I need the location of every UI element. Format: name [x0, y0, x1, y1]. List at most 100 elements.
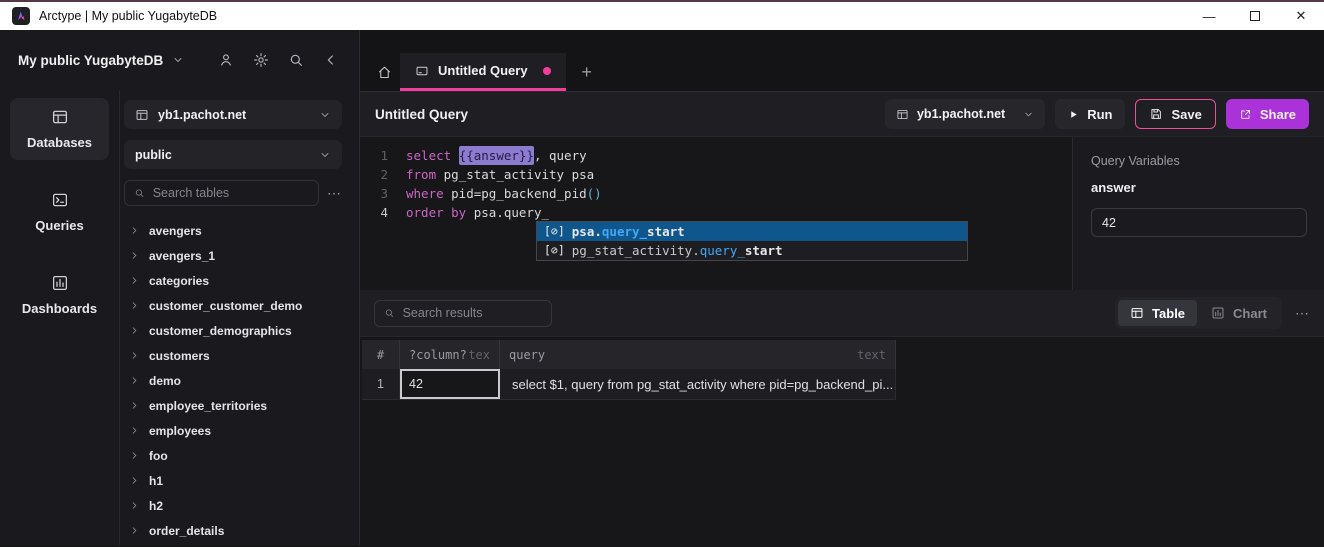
row-number-cell[interactable]: 1 — [362, 369, 400, 399]
table-row[interactable]: order_details — [124, 518, 342, 543]
table-row[interactable]: employee_territories — [124, 393, 342, 418]
chevron-right-icon — [129, 500, 140, 511]
chevron-down-icon — [1023, 109, 1034, 120]
workspace-selector[interactable]: My public YugabyteDB — [18, 53, 184, 68]
maximize-button[interactable] — [1232, 2, 1278, 30]
autocomplete-item[interactable]: [⊘] pg_stat_activity.query_start — [537, 241, 967, 260]
chevron-right-icon — [129, 250, 140, 261]
column-type: text — [857, 348, 886, 362]
minimize-icon: — — [1203, 9, 1216, 24]
save-button[interactable]: Save — [1135, 99, 1215, 129]
table-view-button[interactable]: Table — [1118, 300, 1197, 326]
code-line: 2from pg_stat_activity psa — [360, 165, 1072, 184]
chevron-right-icon — [129, 525, 140, 536]
table-row[interactable]: customer_customer_demo — [124, 293, 342, 318]
search-icon — [384, 307, 395, 319]
query-cell[interactable]: select $1, query from pg_stat_activity w… — [500, 369, 896, 399]
column-icon: [⊘] — [544, 241, 565, 260]
user-icon[interactable] — [218, 52, 234, 68]
sidebar-item-databases[interactable]: Databases — [10, 98, 109, 160]
unsaved-dot — [543, 67, 551, 75]
code-line: 4order by psa.query_ — [360, 203, 1072, 222]
tables-more-button[interactable]: ⋯ — [327, 185, 342, 202]
table-row[interactable]: customers — [124, 343, 342, 368]
sql-editor[interactable]: 1select {{answer}}, query 2from pg_stat_… — [360, 137, 1072, 290]
chevron-right-icon — [129, 475, 140, 486]
table-list: avengers avengers_1 categories customer_… — [124, 218, 342, 543]
connection-name: yb1.pachot.net — [917, 107, 1005, 121]
search-results-input[interactable] — [403, 306, 542, 320]
play-icon — [1068, 109, 1079, 120]
chevron-right-icon — [129, 450, 140, 461]
results-table: # ?column?tex querytext 1 42 select $1, … — [362, 340, 896, 400]
gear-icon[interactable] — [253, 52, 269, 68]
chevron-right-icon — [129, 350, 140, 361]
results-more-button[interactable]: ⋯ — [1295, 305, 1310, 322]
run-button[interactable]: Run — [1055, 99, 1125, 129]
table-row[interactable]: avengers — [124, 218, 342, 243]
share-icon — [1239, 108, 1252, 121]
table-row[interactable]: employees — [124, 418, 342, 443]
table-icon — [1130, 306, 1144, 320]
schema-name: public — [135, 148, 319, 162]
sidebar-item-dashboards[interactable]: Dashboards — [10, 264, 109, 326]
workspace-header: My public YugabyteDB — [0, 30, 359, 90]
schema-selector[interactable]: public — [124, 140, 342, 169]
share-button[interactable]: Share — [1226, 99, 1309, 129]
main-area: Untitled Query + Untitled Query yb1.pach… — [360, 30, 1324, 545]
search-tables-input[interactable] — [153, 186, 309, 200]
search-results-box — [374, 300, 552, 327]
table-icon — [135, 108, 149, 122]
variable-chip: {{answer}} — [459, 146, 534, 165]
table-row[interactable]: customer_demographics — [124, 318, 342, 343]
chevron-right-icon — [129, 225, 140, 236]
column-header-query[interactable]: querytext — [500, 340, 896, 369]
chevron-right-icon — [129, 300, 140, 311]
table-row[interactable]: h1 — [124, 468, 342, 493]
chevron-down-icon — [319, 109, 331, 121]
chevron-down-icon — [319, 149, 331, 161]
view-toggle: Table Chart — [1115, 297, 1282, 329]
chevron-right-icon — [129, 325, 140, 336]
table-row[interactable]: foo — [124, 443, 342, 468]
chevron-right-icon — [129, 425, 140, 436]
queries-icon — [51, 191, 69, 209]
sidebar: My public YugabyteDB Databases Queries — [0, 30, 360, 545]
search-icon[interactable] — [288, 52, 304, 68]
results-table-header: # ?column?tex querytext — [362, 340, 896, 369]
minimize-button[interactable]: — — [1186, 2, 1232, 30]
home-icon — [377, 65, 392, 80]
titlebar: Arctype | My public YugabyteDB — ✕ — [0, 0, 1324, 30]
variable-value-input[interactable] — [1091, 208, 1307, 237]
table-row[interactable]: demo — [124, 368, 342, 393]
window-title: Arctype | My public YugabyteDB — [39, 9, 217, 23]
column-header-column1[interactable]: ?column?tex — [400, 340, 500, 369]
autocomplete-item[interactable]: [⊘] psa.query_start — [537, 222, 967, 241]
query-variables-panel: Query Variables answer — [1072, 137, 1324, 290]
results-toolbar: Table Chart ⋯ — [360, 290, 1324, 337]
collapse-sidebar-icon[interactable] — [323, 52, 339, 68]
save-icon — [1149, 107, 1163, 121]
column-header-row-number[interactable]: # — [362, 340, 400, 369]
close-button[interactable]: ✕ — [1278, 2, 1324, 30]
table-row[interactable]: avengers_1 — [124, 243, 342, 268]
nav-label: Queries — [35, 218, 83, 233]
header-icons — [218, 52, 339, 68]
maximize-icon — [1250, 11, 1260, 21]
selected-cell[interactable]: 42 — [400, 369, 500, 399]
home-tab-button[interactable] — [368, 53, 400, 91]
chevron-right-icon — [129, 400, 140, 411]
connection-selector[interactable]: yb1.pachot.net — [124, 100, 342, 129]
connection-name: yb1.pachot.net — [158, 108, 319, 122]
chevron-right-icon — [129, 275, 140, 286]
sidebar-item-queries[interactable]: Queries — [10, 181, 109, 243]
chart-view-button[interactable]: Chart — [1199, 300, 1279, 326]
primary-nav: Databases Queries Dashboards — [0, 90, 120, 545]
tab-untitled-query[interactable]: Untitled Query — [400, 53, 566, 91]
databases-icon — [51, 108, 69, 126]
table-row[interactable]: categories — [124, 268, 342, 293]
chevron-right-icon — [129, 375, 140, 386]
connection-dropdown[interactable]: yb1.pachot.net — [885, 99, 1045, 129]
new-tab-button[interactable]: + — [566, 53, 608, 91]
table-row[interactable]: h2 — [124, 493, 342, 518]
